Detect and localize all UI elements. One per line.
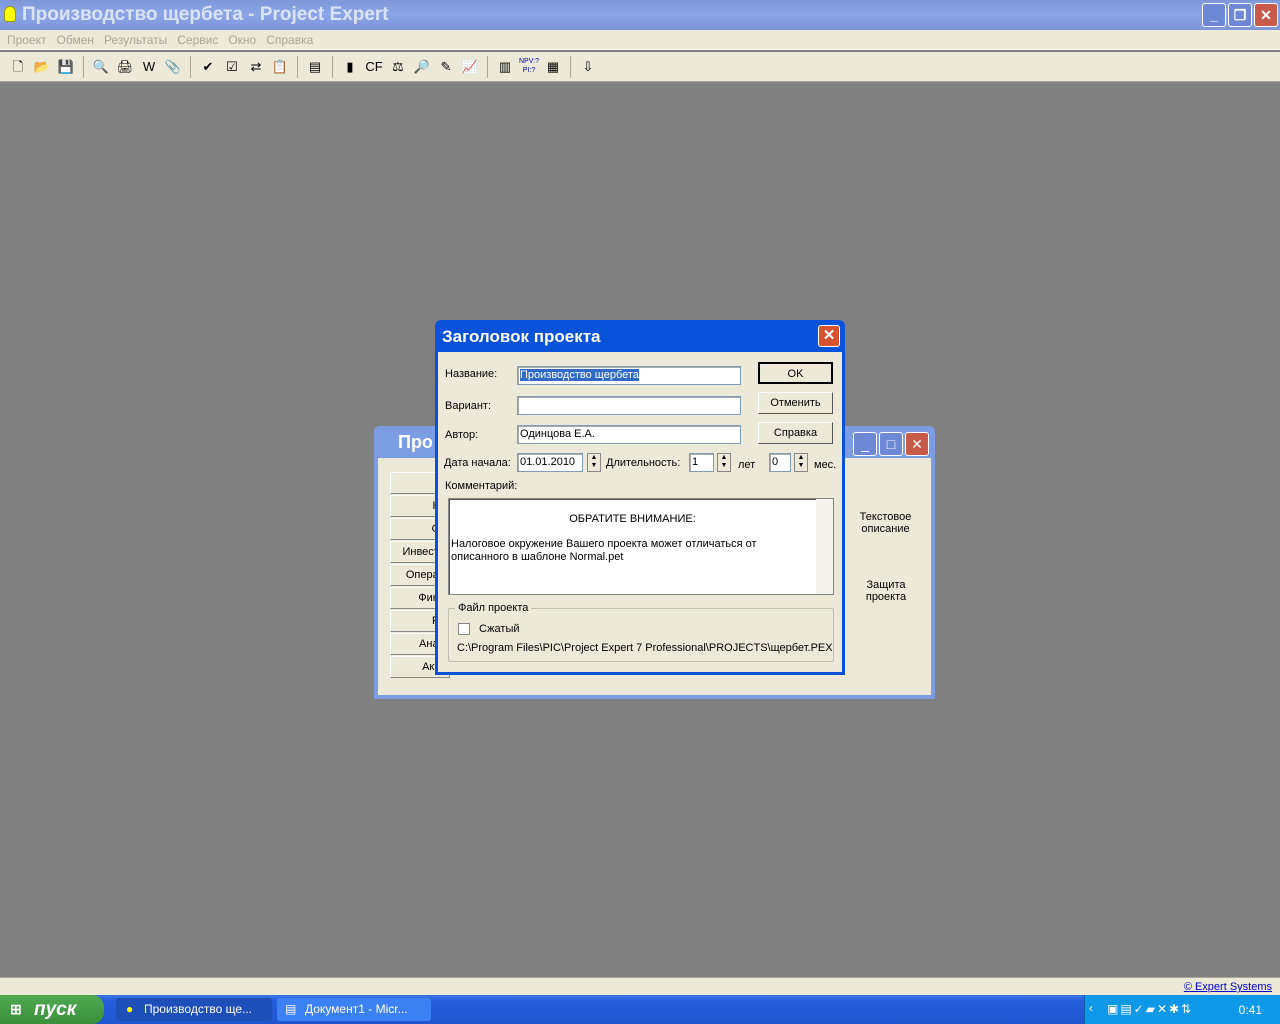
clipboard-icon[interactable]: 📋 — [270, 57, 290, 77]
system-tray: ‹ ▣▤✓▰✕✱⇅ 0:41 — [1084, 995, 1280, 1024]
start-button[interactable]: ⊞ пуск — [0, 995, 104, 1024]
bulb-icon: ● — [126, 1002, 134, 1016]
book-icon[interactable]: ▮ — [340, 57, 360, 77]
project-protection-button[interactable]: Защита проекта — [856, 579, 916, 603]
name-value: Производство щербета — [520, 369, 639, 381]
ok-button[interactable]: OK — [758, 362, 833, 384]
menu-help[interactable]: Справка — [261, 30, 318, 49]
tray-icons[interactable]: ▣▤✓▰✕✱⇅ — [1107, 1002, 1193, 1016]
chart-icon[interactable]: 📈 — [460, 57, 480, 77]
word-doc-icon: ▤ — [285, 1002, 297, 1016]
name-label: Название: — [445, 368, 498, 380]
analysis-icon[interactable]: 🔎 — [412, 57, 432, 77]
months-input[interactable]: 0 — [769, 453, 791, 472]
transfer-icon[interactable]: ⇄ — [246, 57, 266, 77]
taskbar-item-project-expert[interactable]: ● Производство ще... — [116, 998, 272, 1021]
toolbar-separator — [570, 55, 571, 78]
duration-label: Длительность: — [606, 457, 681, 469]
text-description-button[interactable]: Текстовое описание — [848, 511, 923, 535]
menu-results[interactable]: Результаты — [99, 30, 172, 49]
dialog-close-button[interactable]: ✕ — [818, 325, 840, 347]
child-close-button[interactable]: ✕ — [905, 432, 929, 456]
project-file-label: Файл проекта — [455, 602, 532, 614]
clock: 0:41 — [1238, 1003, 1262, 1017]
app-title: Производство щербета - Project Expert — [22, 4, 389, 25]
cancel-button[interactable]: Отменить — [758, 392, 833, 414]
app-bulb-icon — [4, 6, 16, 22]
status-bar: © Expert Systems — [0, 977, 1280, 995]
scales-icon[interactable]: ⚖ — [388, 57, 408, 77]
toolbar-separator — [332, 55, 333, 78]
word-icon[interactable]: W — [139, 57, 159, 77]
menu-window[interactable]: Окно — [223, 30, 261, 49]
start-date-spinner[interactable]: ▲ ▼ — [587, 453, 601, 472]
menu-exchange[interactable]: Обмен — [52, 30, 100, 49]
comment-textarea[interactable]: ОБРАТИТЕ ВНИМАНИЕ: Налоговое окружение В… — [448, 498, 834, 595]
compare-icon[interactable]: ☑ — [222, 57, 242, 77]
copy-icon[interactable]: 📎 — [163, 57, 183, 77]
new-icon[interactable]: 🗋 — [8, 57, 28, 77]
menu-bar: Проект Обмен Результаты Сервис Окно Спра… — [0, 30, 1280, 50]
toolbar-separator — [190, 55, 191, 78]
check-icon[interactable]: ✔ — [198, 57, 218, 77]
project-window-title: Про — [398, 432, 433, 452]
months-spinner[interactable]: ▲ ▼ — [794, 453, 808, 472]
windows-logo-icon: ⊞ — [10, 1001, 22, 1017]
comment-label: Комментарий: — [445, 480, 518, 492]
window-icon[interactable]: ▤ — [305, 57, 325, 77]
task-label: Документ1 - Micr... — [305, 1002, 408, 1016]
project-file-path: C:\Program Files\PIC\Project Expert 7 Pr… — [457, 642, 833, 654]
export-icon[interactable]: ⇩ — [578, 57, 598, 77]
compressed-label: Сжатый — [479, 623, 520, 635]
close-button[interactable]: ✕ — [1254, 3, 1278, 27]
start-date-label: Дата начала: — [444, 457, 511, 469]
tray-expand-icon[interactable]: ‹ — [1089, 1001, 1093, 1015]
child-maximize-button[interactable]: □ — [879, 432, 903, 456]
save-icon[interactable]: 💾 — [56, 57, 76, 77]
years-input[interactable]: 1 — [689, 453, 714, 472]
start-date-input[interactable]: 01.01.2010 — [517, 453, 583, 472]
author-label: Автор: — [445, 429, 479, 441]
restore-button[interactable]: ❐ — [1228, 3, 1252, 27]
minimize-button[interactable]: _ — [1202, 3, 1226, 27]
name-input[interactable]: Производство щербета — [517, 366, 741, 385]
comment-title: ОБРАТИТЕ ВНИМАНИЕ: — [569, 513, 696, 525]
open-icon[interactable]: 📂 — [32, 57, 52, 77]
cashflow-icon[interactable]: CF — [364, 57, 384, 77]
taskbar-item-word[interactable]: ▤ Документ1 - Micr... — [277, 998, 431, 1021]
taskbar: ⊞ пуск ● Производство ще... ▤ Документ1 - M… — [0, 995, 1280, 1024]
table-chart-icon[interactable]: ▥ — [495, 57, 515, 77]
project-file-group: Файл проекта Сжатый C:\Program Files\PIC… — [448, 602, 834, 662]
app-titlebar: Производство щербета - Project Expert _ … — [0, 0, 1280, 30]
start-label: пуск — [34, 999, 77, 1020]
toolbar-separator — [83, 55, 84, 78]
comment-body: Налоговое окружение Вашего проекта может… — [451, 538, 757, 563]
comment-scrollbar[interactable] — [816, 499, 833, 594]
expert-systems-link[interactable]: © Expert Systems — [1184, 981, 1272, 993]
task-label: Производство ще... — [144, 1002, 252, 1016]
project-header-dialog: Заголовок проекта ✕ Название: Производст… — [435, 320, 845, 675]
calculator-icon[interactable]: ▦ — [543, 57, 563, 77]
toolbar: 🗋 📂 💾 🔍 🖨 W 📎 ✔ ☑ ⇄ 📋 ▤ ▮ CF ⚖ 🔎 ✎ 📈 ▥ NPV:? PI:? ▦ ⇩ — [0, 52, 1280, 82]
years-spinner[interactable]: ▲ ▼ — [717, 453, 731, 472]
variant-input[interactable] — [517, 396, 741, 415]
months-label: мес. — [814, 459, 837, 471]
compressed-checkbox[interactable] — [458, 623, 470, 635]
years-label: лет — [738, 459, 756, 471]
npv-pi-icon[interactable]: NPV:? PI:? — [519, 57, 539, 77]
toolbar-separator — [487, 55, 488, 78]
toolbar-separator — [297, 55, 298, 78]
variant-label: Вариант: — [445, 400, 492, 412]
preview-icon[interactable]: 🔍 — [91, 57, 111, 77]
author-input[interactable]: Одинцова Е.А. — [517, 425, 741, 444]
child-minimize-button[interactable]: _ — [853, 432, 877, 456]
menu-service[interactable]: Сервис — [172, 30, 223, 49]
print-icon[interactable]: 🖨 — [115, 57, 135, 77]
report-icon[interactable]: ✎ — [436, 57, 456, 77]
menu-project[interactable]: Проект — [2, 30, 52, 49]
dialog-title: Заголовок проекта — [442, 327, 601, 346]
help-button[interactable]: Справка — [758, 422, 833, 444]
